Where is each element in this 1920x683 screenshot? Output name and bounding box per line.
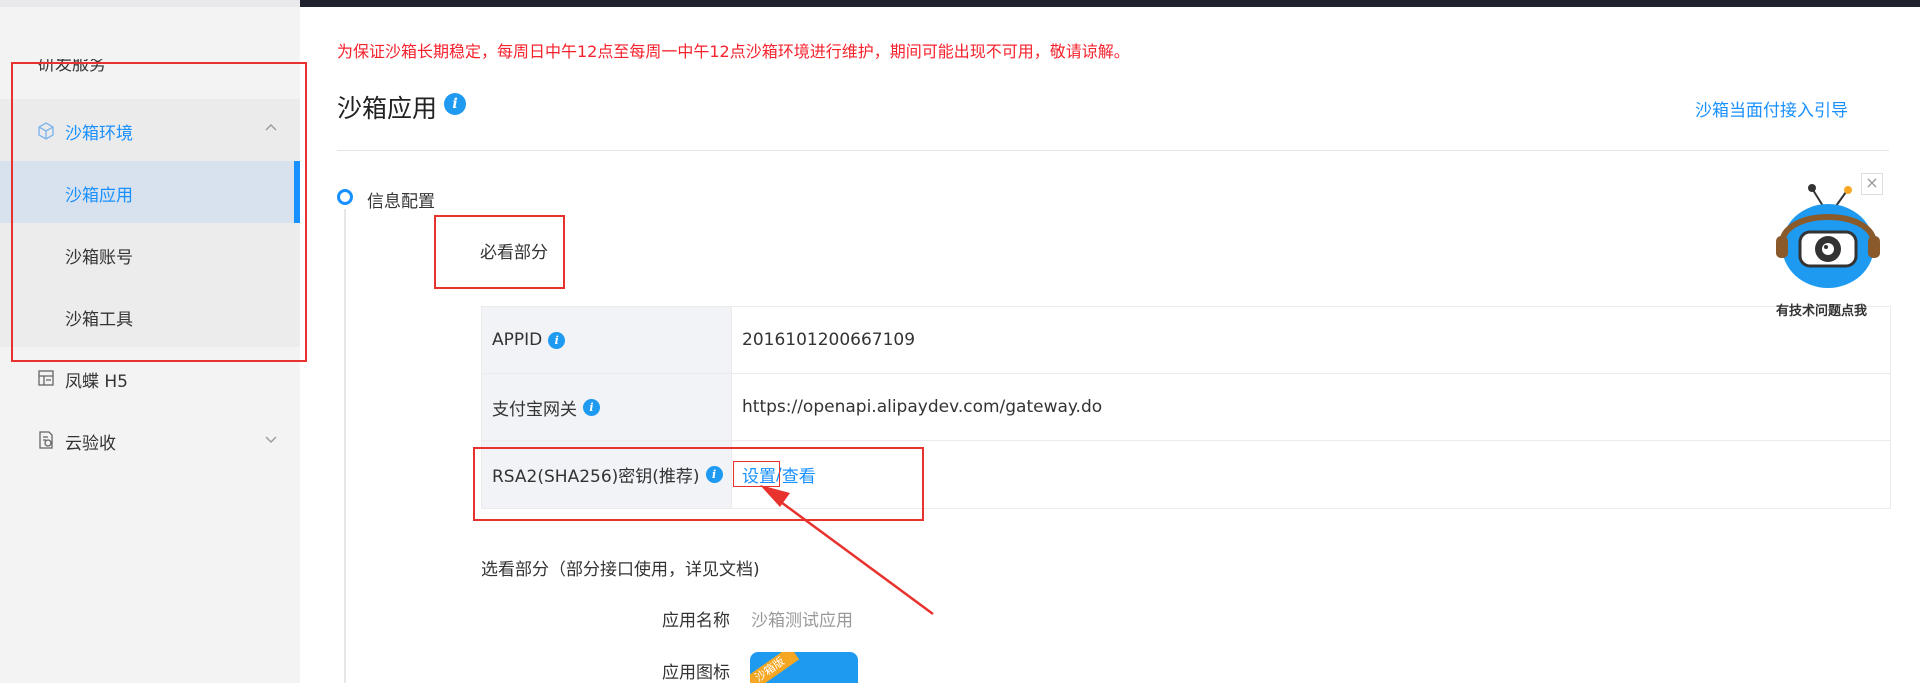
sidebar-item-cloud-acceptance[interactable]: 云验收	[0, 409, 300, 471]
section-label: 信息配置	[367, 192, 435, 212]
maintenance-notice: 为保证沙箱长期稳定，每周日中午12点至每周一中午12点沙箱环境进行维护，期间可能…	[337, 42, 1130, 61]
top-bar	[0, 0, 1920, 7]
info-icon[interactable]: i	[548, 331, 566, 349]
timeline-dot	[337, 189, 353, 205]
row-key: 支付宝网关 i	[482, 374, 732, 440]
sidebar-item-sandbox-account[interactable]: 沙箱账号	[0, 223, 300, 285]
app-name-label: 应用名称	[662, 611, 730, 631]
sidebar: 研发服务 沙箱环境 沙箱应用 沙箱账号 沙箱工具 凤蝶 H5 云验收	[0, 7, 300, 683]
guide-link[interactable]: 沙箱当面付接入引导	[1695, 96, 1848, 121]
view-key-link[interactable]: 查看	[782, 462, 816, 487]
row-key-text: 支付宝网关	[492, 399, 577, 420]
row-value: 设置 / 查看	[732, 441, 1890, 508]
row-key: RSA2(SHA256)密钥(推荐) i	[482, 441, 732, 508]
layout-icon	[38, 370, 54, 386]
timeline-line	[344, 209, 346, 683]
robot-helper-icon[interactable]	[1768, 178, 1888, 298]
table-row: 支付宝网关 i https://openapi.alipaydev.com/gat…	[482, 374, 1890, 441]
sidebar-item-sandbox-tools[interactable]: 沙箱工具	[0, 285, 300, 347]
sidebar-item-label: 沙箱工具	[65, 310, 133, 330]
sidebar-item-sandbox-app[interactable]: 沙箱应用	[0, 161, 300, 223]
cube-icon	[38, 122, 54, 140]
app-icon-label: 应用图标	[662, 663, 730, 683]
sidebar-group-label: 沙箱环境	[65, 124, 133, 144]
optional-label: 选看部分（部分接口使用，详见文档)	[481, 560, 760, 580]
sidebar-item-label: 云验收	[65, 434, 116, 454]
sidebar-item-label: 沙箱账号	[65, 248, 133, 268]
document-check-icon	[39, 431, 53, 449]
sidebar-item-label: 沙箱应用	[65, 186, 133, 206]
robot-helper-text[interactable]: 有技术问题点我	[1776, 300, 1867, 319]
page-title: 沙箱应用 i	[337, 89, 466, 125]
row-key-text: APPID	[492, 330, 543, 350]
page-title-text: 沙箱应用	[337, 94, 438, 123]
sidebar-group-sandbox-env[interactable]: 沙箱环境	[0, 99, 300, 161]
sidebar-item-fengdie-h5[interactable]: 凤蝶 H5	[0, 347, 300, 409]
sidebar-item-label: 凤蝶 H5	[65, 372, 129, 392]
row-key: APPID i	[482, 307, 732, 373]
top-bar-sidebar-strip	[0, 0, 300, 7]
info-icon[interactable]: i	[705, 466, 723, 483]
sidebar-item-rd-services[interactable]: 研发服务	[38, 59, 106, 73]
annotation-arrow-line	[769, 492, 934, 616]
app-name-value: 沙箱测试应用	[751, 611, 853, 631]
chevron-up-icon[interactable]	[263, 120, 279, 136]
sandbox-tag: 沙箱版	[750, 652, 800, 683]
row-value: 2016101200667109	[742, 330, 916, 350]
info-icon[interactable]: i	[444, 93, 466, 115]
table-row: APPID i 2016101200667109	[482, 307, 1890, 374]
config-table: APPID i 2016101200667109 支付宝网关 i https://o…	[481, 306, 1891, 509]
chevron-down-icon[interactable]	[263, 431, 279, 447]
table-row: RSA2(SHA256)密钥(推荐) i 设置 / 查看	[482, 441, 1890, 508]
app-icon-image: 沙箱版	[750, 652, 858, 683]
set-key-link[interactable]: 设置	[742, 462, 776, 487]
active-indicator	[294, 161, 300, 223]
row-value: https://openapi.alipaydev.com/gateway.do	[742, 397, 1103, 417]
info-icon[interactable]: i	[583, 398, 600, 416]
row-key-text: RSA2(SHA256)密钥(推荐)	[492, 467, 700, 487]
must-read-label: 必看部分	[480, 243, 548, 263]
divider	[337, 150, 1889, 151]
